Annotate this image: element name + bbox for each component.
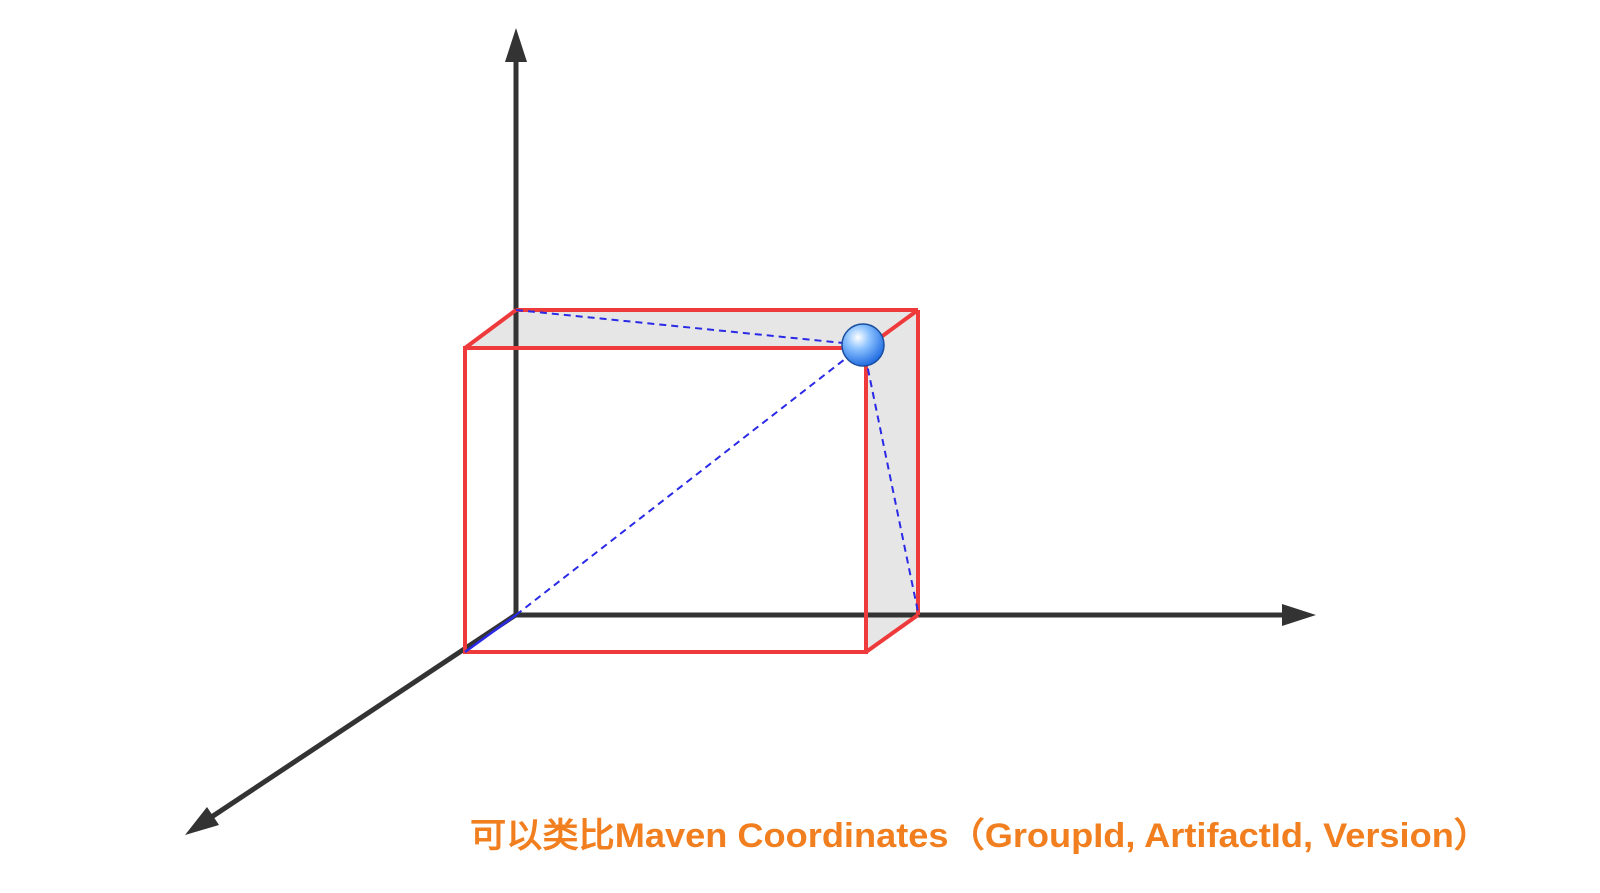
coordinate-diagram: 可以类比Maven Coordinates（GroupId, ArtifactI… xyxy=(185,28,1490,855)
vertical-axis-arrowhead xyxy=(505,28,527,62)
caption: 可以类比Maven Coordinates（GroupId, ArtifactI… xyxy=(470,816,1490,855)
box-front-face xyxy=(463,346,868,654)
depth-axis xyxy=(208,611,519,821)
projection-line-origin xyxy=(515,344,864,616)
horizontal-axis-arrowhead xyxy=(1282,604,1316,626)
coordinate-point xyxy=(841,323,885,367)
depth-axis-arrowhead xyxy=(185,807,219,835)
projection-line-depth xyxy=(464,613,517,654)
